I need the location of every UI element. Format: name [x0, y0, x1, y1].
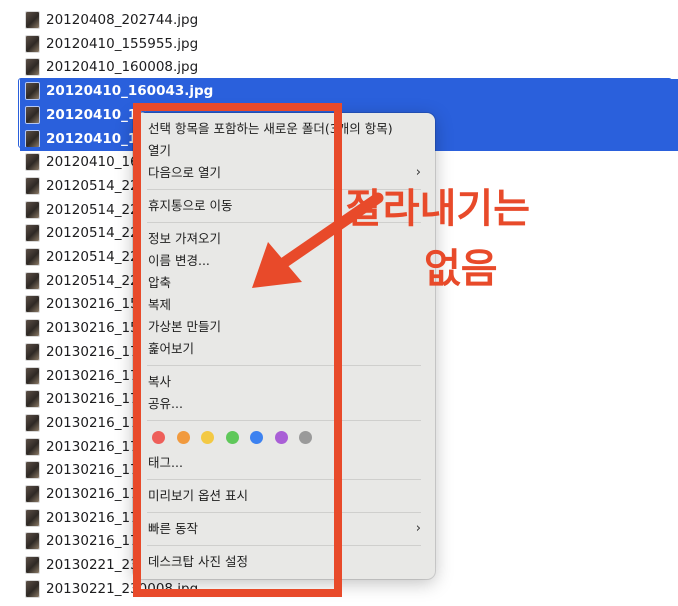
file-row[interactable]: 20120408_202744.jpg [20, 8, 678, 32]
file-name: 20120410_16 [46, 154, 139, 171]
file-name: 20130221_23 [46, 557, 139, 574]
image-thumbnail-icon [26, 462, 39, 479]
menu-item-label: 다음으로 열기 [148, 165, 221, 180]
file-name: 20130216_15 [46, 296, 139, 313]
image-thumbnail-icon [26, 35, 39, 52]
menu-item-label: 복사 [148, 374, 172, 389]
menu-item-open[interactable]: 열기 [133, 141, 435, 161]
menu-item-make-alias[interactable]: 가상본 만들기 [133, 317, 435, 337]
menu-item-label: 복제 [148, 297, 172, 312]
file-name: 20120410_16 [46, 130, 147, 147]
file-name: 20130216_17 [46, 367, 139, 384]
image-thumbnail-icon [26, 272, 39, 289]
image-thumbnail-icon [26, 12, 39, 28]
file-name: 20130216_17 [46, 533, 139, 550]
tag-color-dot[interactable] [299, 431, 312, 444]
image-thumbnail-icon [26, 130, 39, 147]
image-thumbnail-icon [26, 296, 39, 313]
tag-color-dot[interactable] [225, 431, 239, 444]
file-row[interactable]: 20120410_155955.jpg [20, 32, 678, 56]
image-thumbnail-icon [26, 320, 39, 337]
menu-item-copy[interactable]: 복사 [133, 372, 435, 392]
file-name: 20120410_155955.jpg [46, 35, 199, 52]
menu-item-label: 미리보기 옵션 표시 [148, 488, 248, 503]
file-name: 20120408_202744.jpg [46, 12, 199, 28]
menu-item-label: 선택 항목을 포함하는 새로운 폴더(3개의 항목) [148, 121, 393, 136]
menu-item-set-desktop-picture[interactable]: 데스크탑 사진 설정 [133, 552, 435, 572]
file-name: 20130216_17 [46, 509, 139, 526]
menu-item-label: 압축 [148, 275, 172, 290]
file-name: 20130216_17 [46, 414, 139, 431]
image-thumbnail-icon [26, 249, 39, 265]
tag-color-dot[interactable] [201, 431, 214, 444]
menu-item-label: 빠른 동작 [148, 521, 198, 536]
menu-item-quick-actions[interactable]: 빠른 동작 › [133, 519, 435, 539]
image-thumbnail-icon [26, 509, 39, 526]
file-name: 20130216_17 [46, 391, 139, 408]
image-thumbnail-icon [26, 580, 39, 597]
menu-item-label: 열기 [148, 143, 172, 158]
file-name: 20130216_17 [46, 486, 139, 502]
menu-item-quick-look[interactable]: 훑어보기 [133, 339, 435, 359]
file-name: 20130216_15 [46, 320, 139, 337]
image-thumbnail-icon [26, 59, 39, 76]
image-thumbnail-icon [26, 83, 39, 100]
file-name: 20120514_22 [46, 225, 139, 242]
annotation-text-line2: 없음 [424, 246, 498, 292]
image-thumbnail-icon [26, 106, 39, 123]
image-thumbnail-icon [26, 177, 39, 194]
file-name: 20130216_17 [46, 343, 139, 360]
file-name: 20120410_160043.jpg [46, 83, 214, 100]
file-row[interactable]: 20130221_230008.jpg [20, 577, 678, 601]
image-thumbnail-icon [26, 438, 39, 455]
menu-separator [147, 365, 421, 366]
menu-separator [147, 512, 421, 513]
image-thumbnail-icon [26, 154, 39, 171]
image-thumbnail-icon [26, 201, 39, 218]
file-name: 20130221_230008.jpg [46, 580, 199, 597]
file-name: 20120514_22 [46, 249, 139, 265]
image-thumbnail-icon [26, 533, 39, 550]
annotation-text-line1: 잘라내기는 [346, 186, 530, 232]
file-name: 20120514_22 [46, 201, 139, 218]
menu-item-share[interactable]: 공유... [133, 394, 435, 414]
image-thumbnail-icon [26, 557, 39, 574]
tag-color-dot[interactable] [152, 431, 165, 444]
image-thumbnail-icon [26, 486, 39, 502]
image-thumbnail-icon [26, 343, 39, 360]
chevron-right-icon: › [415, 521, 421, 536]
file-name: 20120514_22 [46, 272, 139, 289]
menu-item-show-preview-options[interactable]: 미리보기 옵션 표시 [133, 486, 435, 506]
menu-item-label: 데스크탑 사진 설정 [148, 554, 248, 569]
image-thumbnail-icon [26, 414, 39, 431]
menu-item-tags[interactable]: 태그... [133, 453, 435, 473]
tag-color-dot[interactable] [176, 431, 190, 444]
file-row[interactable]: 20120410_160043.jpg [20, 79, 678, 104]
menu-item-new-folder-with-selection[interactable]: 선택 항목을 포함하는 새로운 폴더(3개의 항목) [133, 119, 435, 139]
menu-separator [147, 420, 421, 421]
file-name: 20130216_17 [46, 438, 139, 455]
menu-item-rename[interactable]: 이름 변경... [133, 251, 435, 271]
file-name: 20120410_16 [46, 106, 147, 123]
image-thumbnail-icon [26, 367, 39, 384]
menu-item-label: 휴지통으로 이동 [148, 198, 233, 213]
file-name: 20120410_160008.jpg [46, 59, 199, 76]
menu-separator [147, 545, 421, 546]
file-name: 20130216_17 [46, 462, 139, 479]
file-row[interactable]: 20120410_160008.jpg [20, 55, 678, 79]
menu-item-label: 정보 가져오기 [148, 231, 221, 246]
menu-item-label: 이름 변경... [148, 253, 210, 268]
menu-item-label: 공유... [148, 396, 183, 411]
tag-color-dot[interactable] [274, 431, 288, 444]
image-thumbnail-icon [26, 225, 39, 242]
menu-item-duplicate[interactable]: 복제 [133, 295, 435, 315]
menu-item-label: 태그... [148, 455, 183, 470]
menu-item-label: 가상본 만들기 [148, 319, 221, 334]
file-name: 20120514_22 [46, 177, 139, 194]
image-thumbnail-icon [26, 391, 39, 408]
tag-color-dot[interactable] [250, 431, 263, 444]
menu-item-compress[interactable]: 압축 [133, 273, 435, 293]
menu-separator [147, 479, 421, 480]
menu-item-label: 훑어보기 [148, 341, 195, 356]
